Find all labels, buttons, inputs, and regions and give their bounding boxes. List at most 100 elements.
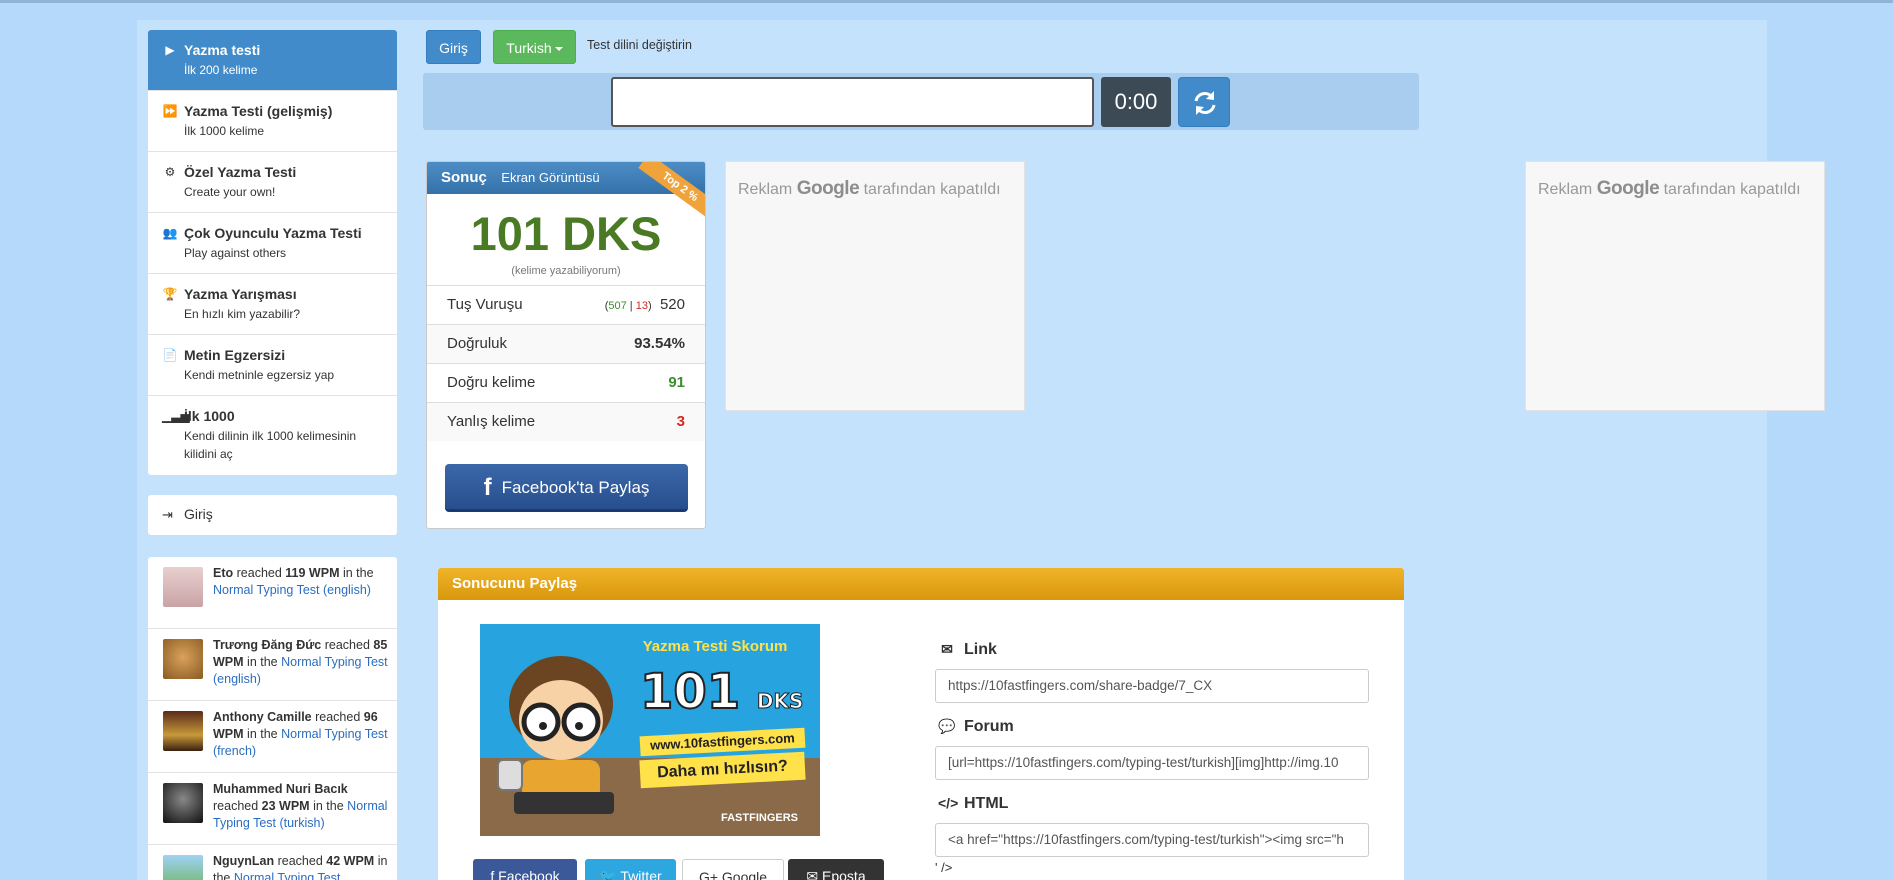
facebook-icon: f — [483, 474, 492, 501]
html-label-text: HTML — [964, 795, 1009, 812]
forum-label: 💬 Forum — [938, 718, 1014, 736]
language-label: Turkish — [506, 40, 552, 56]
badge-character-illustration — [497, 656, 614, 814]
comments-icon: 💬 — [938, 718, 956, 734]
nav-item-subtitle: Create your own! — [184, 185, 276, 199]
avatar[interactable] — [163, 855, 203, 880]
refresh-icon — [1194, 91, 1216, 115]
share-google-button[interactable]: G+ Google — [682, 859, 784, 880]
share-button-label: Eposta — [822, 868, 866, 880]
sidebar-login-link[interactable]: ⇥ Giriş — [148, 495, 397, 535]
document-icon: 📄 — [162, 348, 178, 362]
share-button-label: Twitter — [620, 868, 662, 880]
tab-screenshot[interactable]: Ekran Görüntüsü — [501, 170, 599, 185]
badge-heading: Yazma Testi Skorum — [642, 638, 788, 655]
avatar[interactable] — [163, 639, 203, 679]
wpm-caption: (kelime yazabiliyorum) — [511, 265, 621, 277]
share-button-label: Google — [721, 869, 768, 880]
nav-item-multiplayer[interactable]: 👥 Çok Oyunculu Yazma Testi Play against … — [148, 213, 397, 274]
wrong-words-value: 3 — [676, 413, 685, 430]
feed-text: reached — [236, 566, 282, 580]
feed-user-name[interactable]: Eto — [213, 566, 233, 580]
feed-user-name[interactable]: Anthony Camille — [213, 710, 312, 724]
google-plus-icon: G+ — [698, 869, 719, 880]
login-button-label: Giriş — [439, 40, 468, 56]
nav-item-top-1000[interactable]: ▁▃▅ İlk 1000 Kendi dilinin ilk 1000 keli… — [148, 396, 397, 475]
feed-wpm: 119 WPM — [285, 566, 340, 580]
feed-text: in the — [342, 566, 374, 580]
score-badge-image[interactable]: Yazma Testi Skorum 101 DKS www.10fastfin… — [480, 624, 820, 836]
feed-text: in the — [313, 799, 344, 813]
feed-item: NguynLan reached 42 WPM in the Normal Ty… — [148, 845, 397, 880]
nav-item-typing-test[interactable]: ▶ Yazma testi İlk 200 kelime — [148, 30, 397, 91]
feed-text: reached — [213, 799, 259, 813]
envelope-icon: ✉ — [941, 641, 953, 657]
correct-words-row: Doğru kelime 91 — [427, 363, 705, 402]
activity-feed: Eto reached 119 WPM in the Normal Typing… — [148, 557, 397, 880]
share-email-button[interactable]: ✉ Eposta — [788, 859, 884, 880]
nav-item-subtitle: İlk 200 kelime — [184, 63, 258, 77]
avatar[interactable] — [163, 567, 203, 607]
feed-user-name[interactable]: NguynLan — [213, 854, 274, 868]
reload-button[interactable] — [1178, 77, 1230, 127]
forum-label-text: Forum — [964, 718, 1014, 735]
accuracy-row: Doğruluk 93.54% — [427, 324, 705, 363]
wrong-words-row: Yanlış kelime 3 — [427, 402, 705, 441]
facebook-icon: f — [490, 868, 495, 880]
row-label: Doğru kelime — [447, 374, 536, 391]
keystrokes-row: Tuş Vuruşu (507 | 13) 520 — [427, 285, 705, 324]
nav-item-title: İlk 1000 — [184, 408, 235, 424]
html-label: </> HTML — [938, 795, 1008, 813]
nav-item-custom-test[interactable]: ⚙ Özel Yazma Testi Create your own! — [148, 152, 397, 213]
avatar[interactable] — [163, 783, 203, 823]
gears-icon: ⚙ — [164, 165, 176, 179]
chevron-down-icon — [554, 47, 563, 52]
typing-input[interactable] — [611, 77, 1094, 127]
feed-test-link[interactable]: Normal Typing Test — [234, 871, 341, 880]
ad-text: Reklam — [738, 181, 793, 198]
share-twitter-button[interactable]: 🐦 Twitter — [585, 859, 676, 880]
link-label: ✉ Link — [938, 641, 997, 659]
result-table: Tuş Vuruşu (507 | 13) 520 Doğruluk 93.54… — [427, 285, 705, 441]
feed-wpm: 23 WPM — [261, 799, 310, 813]
nav-item-title: Metin Egzersizi — [184, 347, 286, 363]
fast-forward-icon: ⏩ — [162, 104, 178, 118]
nav-item-title: Çok Oyunculu Yazma Testi — [184, 225, 362, 241]
feed-item: Eto reached 119 WPM in the Normal Typing… — [148, 557, 397, 629]
nav-item-advanced-test[interactable]: ⏩ Yazma Testi (gelişmiş) İlk 1000 kelime — [148, 91, 397, 152]
forum-field[interactable]: [url=https://10fastfingers.com/typing-te… — [935, 746, 1369, 780]
link-field[interactable]: https://10fastfingers.com/share-badge/7_… — [935, 669, 1369, 703]
correct-words-value: 91 — [668, 374, 685, 391]
feed-text: in the — [247, 727, 278, 741]
badge-score-number: 101 — [639, 663, 741, 721]
trophy-icon: 🏆 — [162, 287, 178, 301]
ad-slot: Reklam Google tarafından kapatıldı — [725, 161, 1025, 411]
language-dropdown[interactable]: Turkish — [493, 30, 576, 64]
tab-result[interactable]: Sonuç — [441, 169, 487, 186]
avatar[interactable] — [163, 711, 203, 751]
feed-item: Trương Đăng Đức reached 85 WPM in the No… — [148, 629, 397, 701]
nav-item-competition[interactable]: 🏆 Yazma Yarışması En hızlı kim yazabilir… — [148, 274, 397, 335]
feed-text: reached — [315, 710, 361, 724]
nav-item-text-practice[interactable]: 📄 Metin Egzersizi Kendi metninle egzersi… — [148, 335, 397, 396]
html-field[interactable]: <a href="https://10fastfingers.com/typin… — [935, 823, 1369, 857]
login-button[interactable]: Giriş — [426, 30, 481, 64]
top-border — [0, 0, 1893, 3]
badge-score: 101 DKS — [639, 663, 804, 721]
feed-user-name[interactable]: Muhammed Nuri Bacık — [213, 782, 348, 796]
correct-keystrokes: 507 — [608, 300, 627, 312]
share-button-label: Facebook — [498, 868, 560, 880]
share-facebook-button[interactable]: f Facebook — [473, 859, 577, 880]
feed-text: reached — [277, 854, 323, 868]
feed-text: in the — [247, 655, 278, 669]
feed-test-link[interactable]: Normal Typing Test (english) — [213, 583, 371, 597]
link-label-text: Link — [964, 641, 997, 658]
ad-slot: Reklam Google tarafından kapatıldı — [1525, 161, 1825, 411]
wrong-keystrokes: 13 — [635, 300, 648, 312]
google-logo: Google — [1596, 178, 1660, 199]
feed-user-name[interactable]: Trương Đăng Đức — [213, 638, 321, 652]
nav-item-subtitle: Kendi metninle egzersiz yap — [184, 368, 335, 382]
html-field-overflow: ' /> — [935, 860, 953, 875]
nav-item-subtitle: İlk 1000 kelime — [184, 124, 265, 138]
facebook-share-button[interactable]: f Facebook'ta Paylaş — [445, 464, 688, 512]
